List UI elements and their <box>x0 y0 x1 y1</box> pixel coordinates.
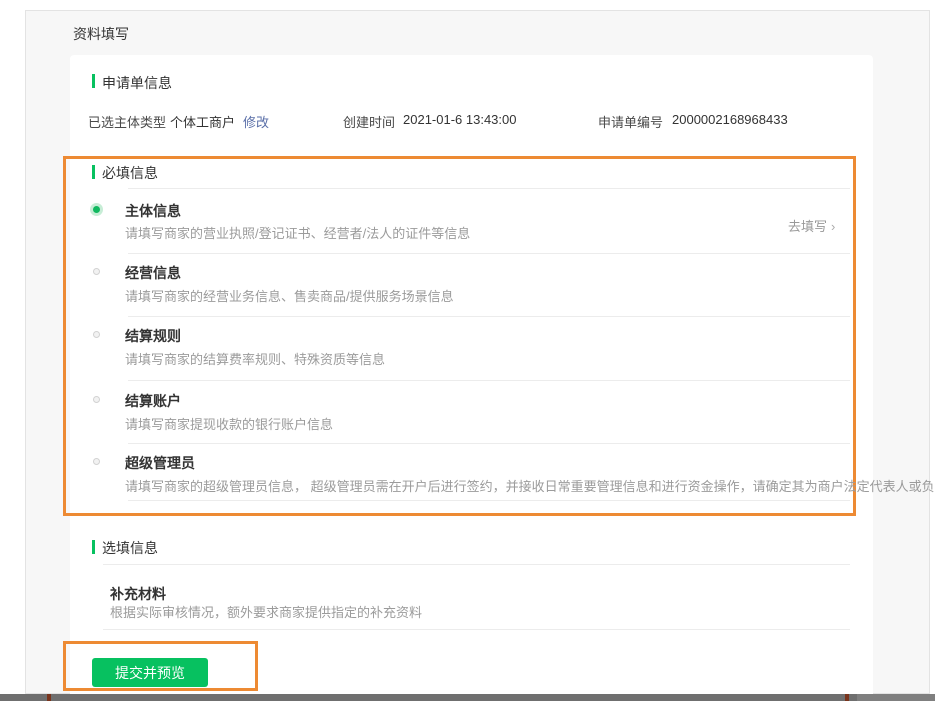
bottom-edge-notch <box>47 694 51 701</box>
modify-link[interactable]: 修改 <box>243 112 269 131</box>
bottom-edge-notch <box>845 694 849 701</box>
item-desc: 根据实际审核情况，额外要求商家提供指定的补充资料 <box>110 605 423 620</box>
item-desc: 请填写商家的经营业务信息、售卖商品/提供服务场景信息 <box>125 289 454 304</box>
item-desc: 请填写商家的营业执照/登记证书、经营者/法人的证件等信息 <box>125 226 471 241</box>
item-desc: 请填写商家提现收款的银行账户信息 <box>125 417 334 432</box>
bottom-edge-light-segment <box>857 694 935 701</box>
chevron-right-icon: › <box>831 219 836 234</box>
subject-type-value: 个体工商户 <box>170 115 236 130</box>
page: 资料填写 申请单信息 已选主体类型 个体工商户 修改 创建时间 2021-01-… <box>0 0 935 701</box>
item-desc: 请填写商家的超级管理员信息， 超级管理员需在开户后进行签约，并接收日常重要管理信… <box>125 479 935 494</box>
divider <box>128 316 850 317</box>
page-title: 资料填写 <box>73 26 129 42</box>
application-number-label: 申请单编号 <box>598 115 664 130</box>
go-fill-label: 去填写 <box>788 219 828 234</box>
application-info-section-title: 申请单信息 <box>102 75 172 91</box>
section-accent-bar <box>92 165 95 179</box>
radio-unselected-icon <box>93 268 100 275</box>
radio-dot-icon <box>93 206 100 213</box>
submit-preview-button[interactable]: 提交并预览 <box>92 658 208 687</box>
section-accent-bar <box>92 74 95 88</box>
divider <box>128 253 850 254</box>
radio-selected-icon <box>90 203 103 216</box>
item-title-settlement-account: 结算账户 <box>125 393 181 409</box>
required-section-title: 必填信息 <box>102 165 158 181</box>
item-title-subject-info: 主体信息 <box>125 203 181 219</box>
item-desc: 请填写商家的结算费率规则、特殊资质等信息 <box>125 352 386 367</box>
radio-unselected-icon <box>93 396 100 403</box>
divider <box>128 443 850 444</box>
section-accent-bar <box>92 540 95 554</box>
divider <box>128 188 850 189</box>
item-title-business-info: 经营信息 <box>125 265 181 281</box>
created-time-value: 2021-01-6 13:43:00 <box>403 112 517 127</box>
item-title-super-admin: 超级管理员 <box>125 455 195 471</box>
subject-type-label: 已选主体类型 <box>88 115 167 130</box>
radio-unselected-icon <box>93 458 100 465</box>
item-title-supplementary-materials: 补充材料 <box>110 586 166 602</box>
bottom-window-edge <box>0 694 935 701</box>
divider <box>103 564 850 565</box>
optional-section-title: 选填信息 <box>102 540 158 556</box>
item-title-settlement-rules: 结算规则 <box>125 328 181 344</box>
divider <box>128 500 850 501</box>
divider <box>103 629 850 630</box>
divider <box>128 380 850 381</box>
radio-unselected-icon <box>93 331 100 338</box>
go-fill-link[interactable]: 去填写 › <box>788 216 835 235</box>
form-card <box>70 55 873 694</box>
created-time-label: 创建时间 <box>343 115 396 130</box>
application-number-value: 2000002168968433 <box>672 112 788 127</box>
